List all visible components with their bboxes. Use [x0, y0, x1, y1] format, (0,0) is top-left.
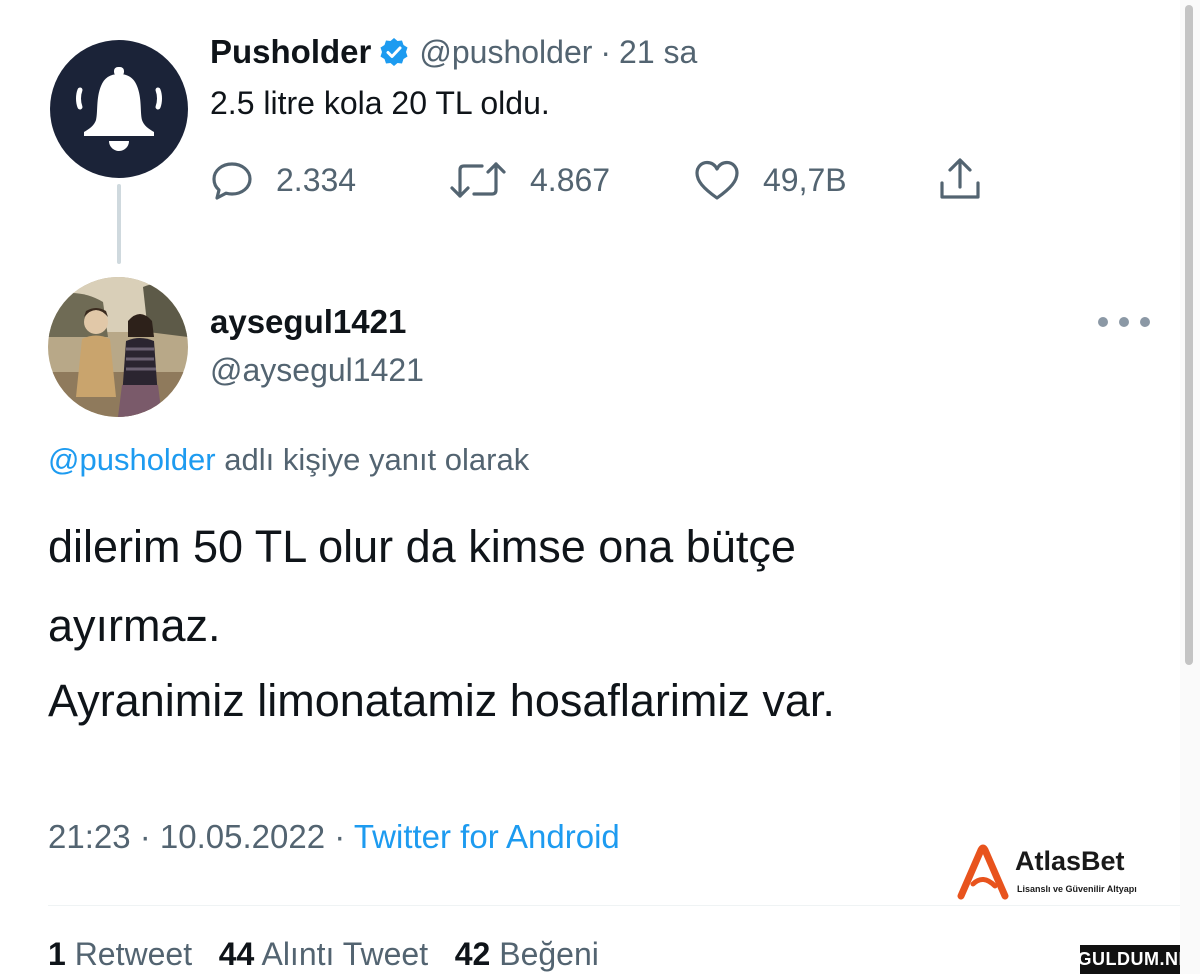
separator-dot: ·	[325, 818, 354, 855]
dot	[1119, 317, 1129, 327]
pusholder-avatar[interactable]	[50, 40, 188, 178]
reply-body-line: Ayranimiz limonatamiz hosaflarimiz var.	[48, 675, 835, 726]
like-stat[interactable]: 42 Beğeni	[455, 936, 599, 972]
reply-context-text: adlı kişiye yanıt olarak	[215, 442, 530, 477]
like-button[interactable]: 49,7B	[693, 155, 847, 205]
like-stat-count: 42	[454, 936, 491, 972]
reply-context: @pusholder adlı kişiye yanıt olarak	[48, 442, 529, 478]
parent-timestamp[interactable]: 21 sa	[619, 34, 697, 71]
aysegul-avatar[interactable]	[48, 277, 188, 417]
verified-badge-icon	[379, 37, 409, 67]
separator-dot: ·	[130, 818, 160, 855]
parent-display-name[interactable]: Pusholder	[210, 33, 371, 71]
like-stat-label: Beğeni	[499, 936, 599, 972]
quote-stat-label: Alıntı Tweet	[261, 936, 429, 972]
thread-line	[117, 184, 121, 264]
mention-link[interactable]: @pusholder	[48, 442, 216, 477]
reply-display-name[interactable]: aysegul1421	[210, 303, 406, 341]
reply-body-line: ayırmaz.	[48, 600, 221, 651]
scrollbar-thumb[interactable]	[1185, 5, 1193, 665]
reply-body-line: dilerim 50 TL olur da kimse ona bütçe	[48, 521, 796, 572]
more-options-icon[interactable]	[1098, 310, 1150, 334]
tweet-source-link[interactable]: Twitter for Android	[354, 818, 620, 855]
atlasbet-a-icon	[957, 844, 1009, 900]
retweet-stat-label: Retweet	[74, 936, 193, 972]
atlasbet-brand: AtlasBet	[1015, 846, 1125, 876]
tweet-meta: 21:23 · 10.05.2022 · Twitter for Android	[48, 818, 620, 856]
retweet-icon	[450, 162, 506, 198]
divider	[48, 905, 1200, 906]
reply-handle[interactable]: @aysegul1421	[210, 352, 424, 389]
scrollbar[interactable]	[1180, 0, 1200, 974]
tweet-date[interactable]: 10.05.2022	[160, 818, 325, 855]
tweet-time[interactable]: 21:23	[48, 818, 131, 855]
dot	[1140, 317, 1150, 327]
heart-icon	[695, 160, 739, 200]
retweet-stat[interactable]: 1 Retweet	[48, 936, 192, 972]
like-count: 49,7B	[763, 161, 847, 198]
retweet-stat-count: 1	[48, 936, 66, 972]
separator-dot: ·	[600, 33, 612, 70]
bell-icon	[76, 67, 162, 151]
share-button[interactable]	[935, 155, 985, 205]
share-icon	[940, 158, 980, 199]
quote-stat-count: 44	[218, 936, 255, 972]
atlasbet-logo: AtlasBet Lisanslı ve Güvenilir Altyapı	[955, 842, 1175, 902]
quote-stat[interactable]: 44 Alıntı Tweet	[219, 936, 428, 972]
retweet-count: 4.867	[530, 161, 611, 198]
tweet-stats: 1 Retweet 44 Alıntı Tweet 42 Beğeni	[48, 936, 599, 973]
parent-tweet-text: 2.5 litre kola 20 TL oldu.	[210, 85, 550, 121]
dot	[1098, 317, 1108, 327]
reply-button[interactable]: 2.334	[210, 155, 356, 205]
reply-count: 2.334	[276, 161, 357, 198]
atlasbet-tagline: Lisanslı ve Güvenilir Altyapı	[1017, 884, 1137, 894]
retweet-button[interactable]: 4.867	[448, 155, 610, 205]
reply-icon	[212, 162, 252, 200]
parent-tweet-header: Pusholder @pusholder · 21 sa	[210, 30, 697, 74]
parent-handle[interactable]: @pusholder	[419, 34, 592, 71]
